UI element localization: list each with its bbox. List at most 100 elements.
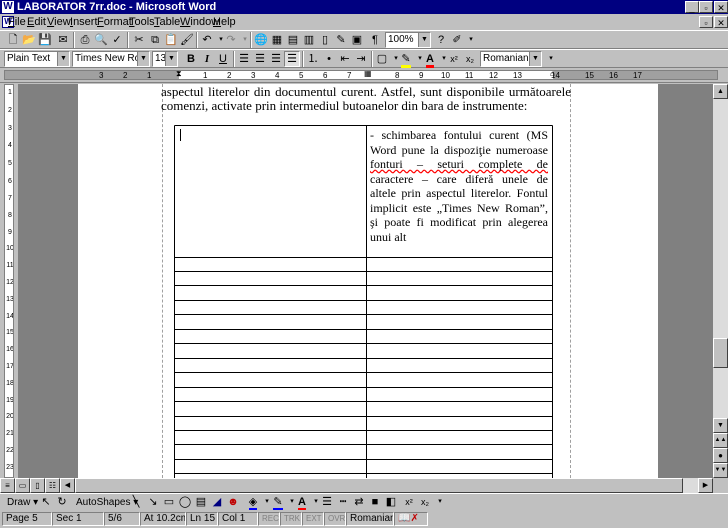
status-col[interactable]: Col 1 [218,512,258,526]
restore-button[interactable]: ▫ [699,1,713,13]
format-painter-icon[interactable]: 🖌 [179,32,195,48]
new-document-icon[interactable]: 🗋 [5,32,21,48]
rectangle-tool-icon[interactable]: ▭ [161,494,177,510]
draw-subscript-icon[interactable]: x₂ [417,494,433,510]
minimize-button[interactable]: _ [685,1,699,13]
status-line[interactable]: Ln 15 [186,512,218,526]
zoom-dropdown-icon[interactable]: ▼ [418,33,430,47]
save-icon[interactable]: 💾 [37,32,53,48]
menu-insert[interactable]: Insert [70,16,98,28]
right-indent-marker-icon[interactable]: ⌂ [550,71,555,78]
horizontal-scroll-thumb[interactable] [75,478,683,493]
status-spelling-panel[interactable]: 📖✗ [394,512,428,526]
shadow-icon[interactable]: ■ [367,494,383,510]
print-layout-view-icon[interactable]: ▯ [30,478,45,493]
status-section[interactable]: Sec 1 [52,512,104,526]
3d-icon[interactable]: ◧ [383,494,399,510]
paste-icon[interactable]: 📋 [163,32,179,48]
draw-superscript-icon[interactable]: x² [401,494,417,510]
document-area[interactable]: aspectul literelor din documentul curent… [18,84,713,478]
status-rec[interactable]: REC [258,512,280,526]
language-combo[interactable]: Romanian (Rom ▼ [480,51,542,67]
language-dropdown-icon[interactable]: ▼ [529,52,541,66]
horizontal-ruler[interactable]: 3 2 1 1 2 3 4 5 6 7 8 9 10 11 12 13 14 1… [0,68,728,83]
indent-marker-icon[interactable]: ⧗ [176,71,182,78]
menu-table[interactable]: Table [154,16,180,28]
draw-menu[interactable]: Draw ▾ [7,496,38,509]
cut-icon[interactable]: ✂ [131,32,147,48]
dash-style-icon[interactable]: ┅ [335,494,351,510]
email-icon[interactable]: ✉ [55,32,71,48]
clip-art-icon[interactable]: ☻ [225,494,241,510]
justify-icon[interactable]: ☰ [284,51,300,67]
previous-page-icon[interactable]: ▲▲ [713,433,728,448]
drawing-icon[interactable]: ✎ [333,32,349,48]
italic-button[interactable]: I [199,51,215,67]
document-page[interactable]: aspectul literelor din documentul curent… [78,84,658,478]
close-button[interactable]: ✕ [714,1,728,13]
document-table-grid[interactable] [78,84,658,478]
font-combo[interactable]: Times New Roman ▼ [72,51,150,67]
style-combo[interactable]: Plain Text ▼ [4,51,70,67]
spelling-icon[interactable]: ✓ [109,32,125,48]
menu-format[interactable]: Format [97,16,132,28]
align-center-icon[interactable]: ☰ [252,51,268,67]
menu-help[interactable]: Help [213,16,236,28]
spelling-status-icon[interactable]: 📖✗ [398,513,419,524]
scroll-left-icon[interactable]: ◀ [60,478,75,493]
vertical-scrollbar[interactable]: ▲ ▼ ▲▲ ● ▼▼ [713,84,728,478]
web-layout-view-icon[interactable]: ▭ [15,478,30,493]
decrease-indent-icon[interactable]: ⇤ [337,51,353,67]
insert-excel-icon[interactable]: ▥ [301,32,317,48]
open-folder-icon[interactable]: 📂 [21,32,37,48]
horizontal-scrollbar[interactable]: ≡ ▭ ▯ ☷ ◀ ▶ [0,478,713,493]
align-left-icon[interactable]: ☰ [236,51,252,67]
vruler-strip[interactable]: 1 2 3 4 5 6 7 8 9 10 11 12 13 14 15 16 1… [4,84,14,478]
oval-tool-icon[interactable]: ◯ [177,494,193,510]
scroll-up-icon[interactable]: ▲ [713,84,728,99]
line-style-icon[interactable]: ☰ [319,494,335,510]
copy-icon[interactable]: ⧉ [147,32,163,48]
superscript-icon[interactable]: x² [446,51,462,67]
help-icon[interactable]: ? [433,32,449,48]
columns-icon[interactable]: ▯ [317,32,333,48]
table-column-marker-icon[interactable]: ▦ [364,71,372,78]
vertical-ruler[interactable]: 1 2 3 4 5 6 7 8 9 10 11 12 13 14 15 16 1… [0,84,18,478]
arrow-style-icon[interactable]: ⇄ [351,494,367,510]
insert-table-icon[interactable]: ▤ [285,32,301,48]
status-language[interactable]: Romanian ( [346,512,394,526]
arrow-tool-icon[interactable]: ↘ [145,494,161,510]
underline-button[interactable]: U [215,51,231,67]
doc-close-button[interactable]: ✕ [714,16,728,28]
table-cell-text[interactable]: - schimbarea fontului curent (MS Word pu… [370,128,548,244]
status-ext[interactable]: EXT [302,512,324,526]
print-icon[interactable]: ⎙ [77,32,93,48]
bold-button[interactable]: B [183,51,199,67]
draw-toolbar-options-icon[interactable]: ▾ [432,494,448,510]
toolbar-options-icon[interactable]: ▾ [463,32,479,48]
font-dropdown-icon[interactable]: ▼ [137,52,149,66]
line-tool-icon[interactable]: ╲ [128,494,144,510]
next-page-icon[interactable]: ▼▼ [713,463,728,478]
wordart-icon[interactable]: ◢ [209,494,225,510]
print-preview-icon[interactable]: 🔍 [93,32,109,48]
numbering-icon[interactable]: ⒈ [305,51,321,67]
style-dropdown-icon[interactable]: ▼ [57,52,69,66]
select-objects-icon[interactable]: ↖ [38,494,54,510]
scroll-right-icon[interactable]: ▶ [698,478,713,493]
status-trk[interactable]: TRK [280,512,302,526]
align-right-icon[interactable]: ☰ [268,51,284,67]
scroll-down-icon[interactable]: ▼ [713,418,728,433]
free-rotate-icon[interactable]: ↻ [54,494,70,510]
text-box-icon[interactable]: ▤ [193,494,209,510]
font-size-dropdown-icon[interactable]: ▼ [165,52,177,66]
select-browse-object-icon[interactable]: ● [713,448,728,463]
increase-indent-icon[interactable]: ⇥ [353,51,369,67]
scroll-thumb[interactable] [713,338,728,368]
menu-tools[interactable]: Tools [129,16,155,28]
bullets-icon[interactable]: • [321,51,337,67]
normal-view-icon[interactable]: ≡ [0,478,15,493]
show-hide-icon[interactable]: ¶ [367,32,383,48]
doc-restore-button[interactable]: ▫ [699,16,713,28]
ruler-strip[interactable]: 3 2 1 1 2 3 4 5 6 7 8 9 10 11 12 13 14 1… [4,70,718,80]
